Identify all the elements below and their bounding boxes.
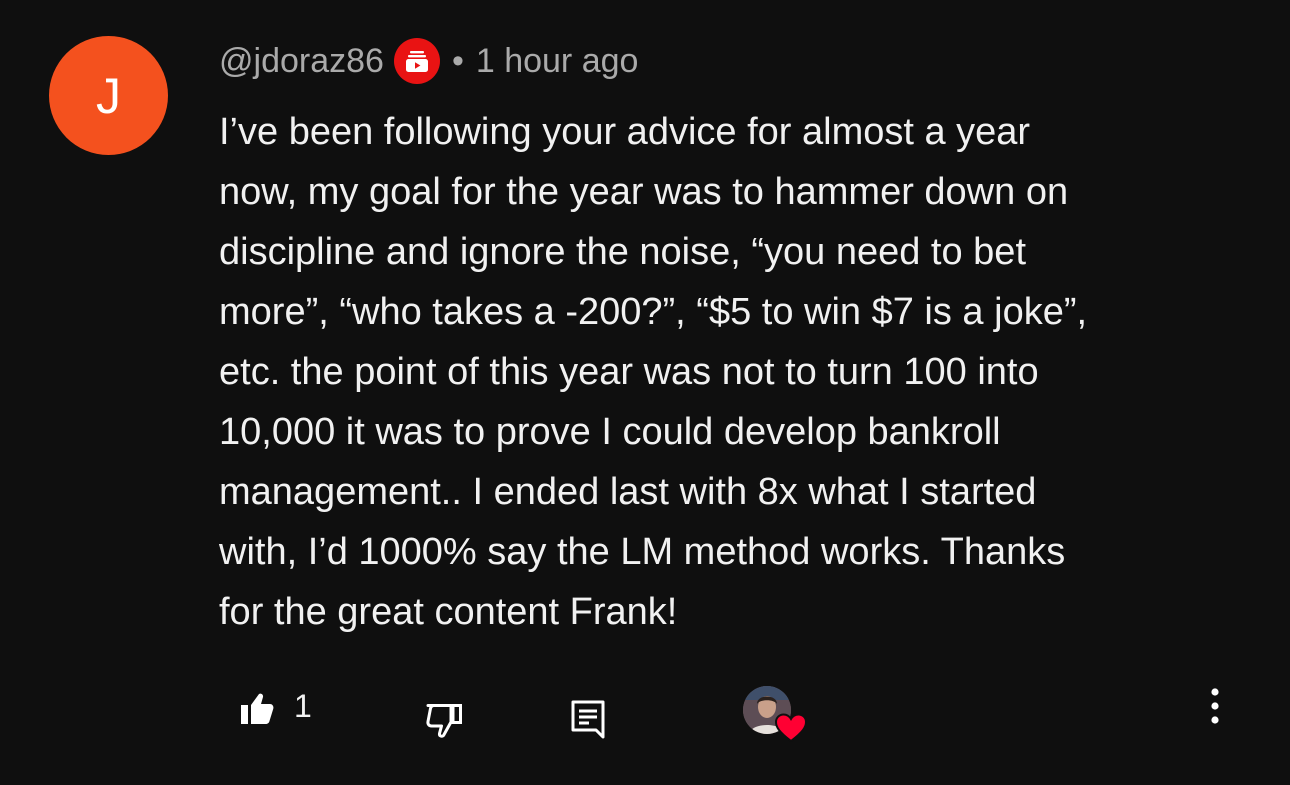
reply-button[interactable] [569, 698, 607, 740]
dislike-button[interactable] [424, 702, 464, 740]
avatar-letter: J [96, 67, 121, 124]
thumbs-down-icon [426, 704, 462, 738]
like-count: 1 [294, 688, 312, 724]
avatar[interactable]: J [49, 36, 168, 155]
reply-icon [571, 700, 605, 739]
thumbs-up-icon [241, 693, 274, 724]
timestamp[interactable]: 1 hour ago [476, 42, 639, 81]
username[interactable]: @jdoraz86 [219, 42, 384, 81]
creator-heart [743, 686, 808, 743]
membership-badge-icon [393, 38, 440, 84]
like-button[interactable] [238, 690, 276, 728]
header-separator: • [451, 41, 464, 80]
comment-header: @jdoraz86 • 1 hour ago [219, 38, 638, 84]
heart-icon [774, 713, 808, 743]
more-options-button[interactable] [1196, 684, 1234, 728]
more-vert-icon [1211, 688, 1219, 724]
comment-text: I’ve been following your advice for almo… [219, 111, 1088, 633]
